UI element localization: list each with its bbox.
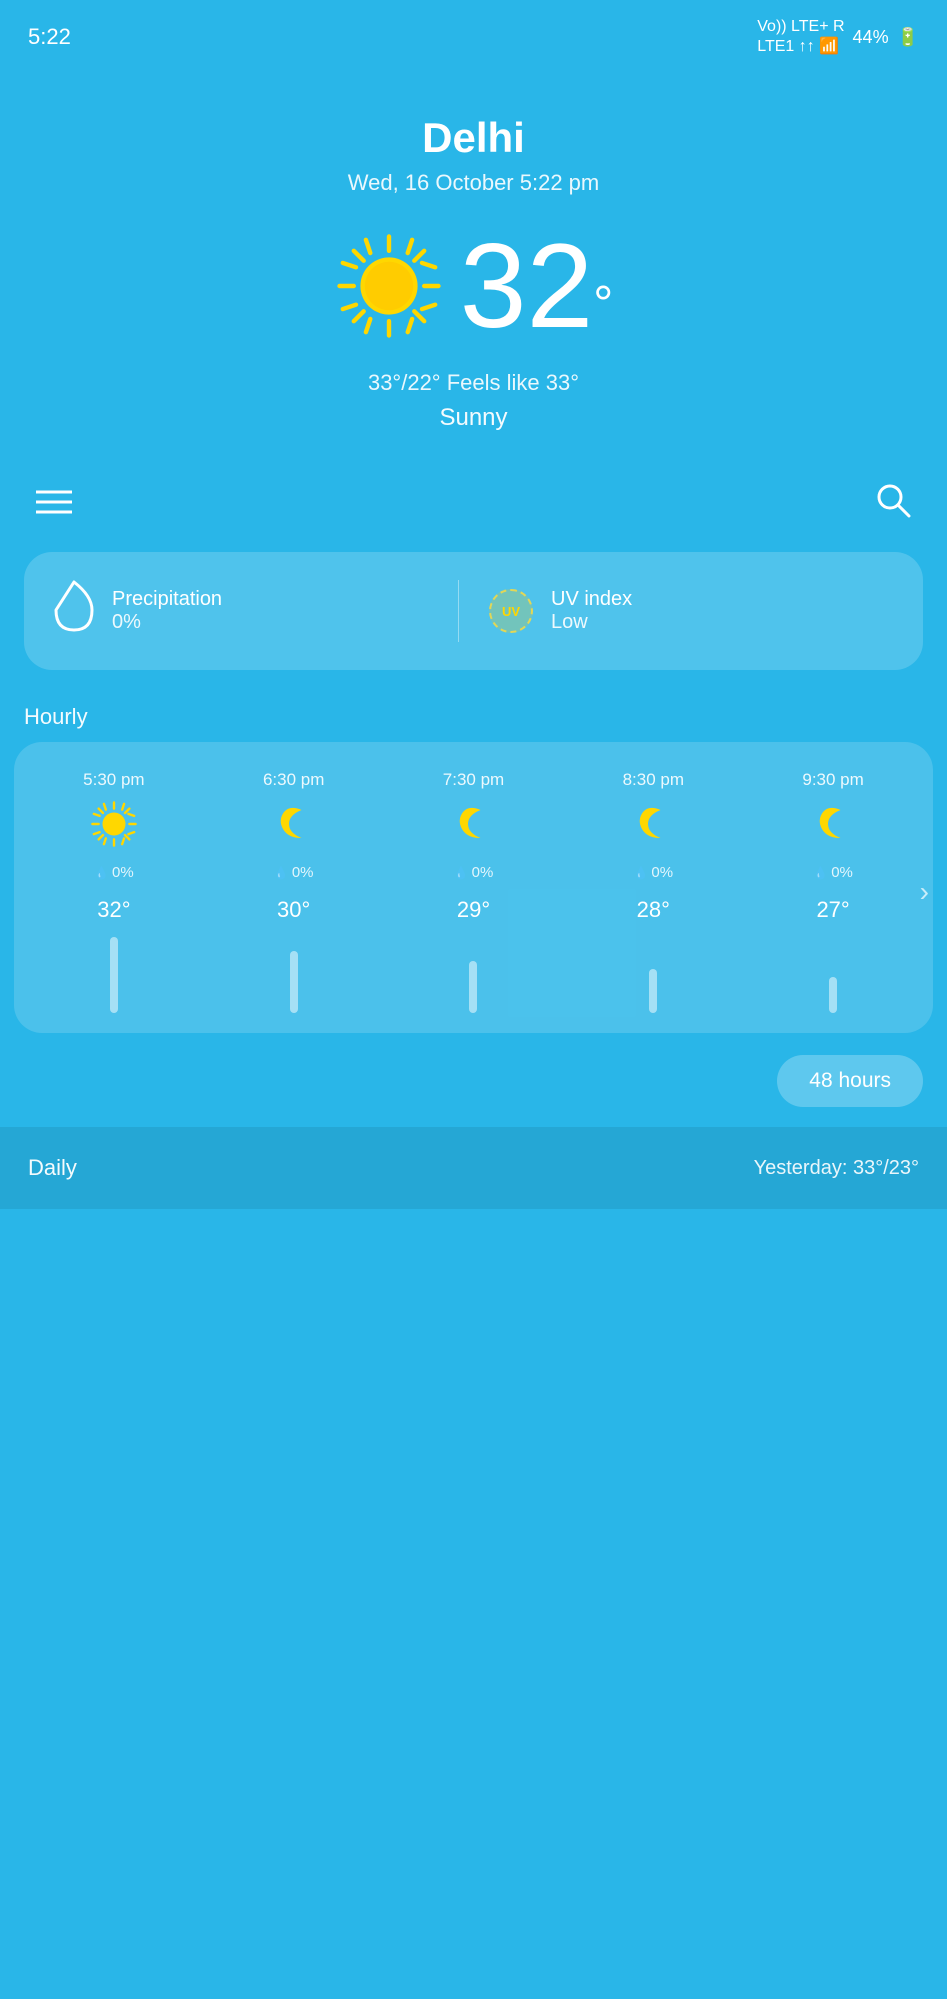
hour-weather-icon (274, 800, 314, 854)
hour-time: 9:30 pm (802, 770, 863, 790)
date-time: Wed, 16 October 5:22 pm (348, 170, 600, 196)
hour-weather-icon (90, 800, 138, 854)
hourly-section-label: Hourly (0, 680, 947, 742)
hour-precip: 💧0% (274, 864, 314, 881)
temperature-row: 32° (334, 226, 613, 346)
hour-col: 5:30 pm (24, 770, 204, 1013)
temp-bar (829, 977, 837, 1013)
hour-col: 8:30 pm 💧0% 28° (563, 770, 743, 1013)
hour-time: 6:30 pm (263, 770, 324, 790)
precipitation-info: Precipitation 0% (54, 580, 458, 642)
hour-weather-icon (453, 800, 493, 854)
battery-icon: 🔋 (897, 27, 919, 48)
temp-bar-container (829, 933, 837, 1013)
temp-bar-container (290, 933, 298, 1013)
search-icon[interactable] (875, 482, 911, 526)
signal-icon: Vo)) LTE+ RLTE1 ↑↑ 📶 (757, 18, 844, 56)
precipitation-text: Precipitation 0% (112, 588, 222, 634)
status-time: 5:22 (28, 24, 71, 50)
battery-level: 44% (853, 27, 889, 48)
hourly-scroll[interactable]: 5:30 pm (24, 770, 923, 1013)
yesterday-label: Yesterday: 33°/23° (754, 1157, 919, 1180)
hour-temp: 27° (816, 897, 849, 923)
uv-index-text: UV index Low (551, 588, 632, 634)
hour-precip: 💧0% (633, 864, 673, 881)
hourly-card: 5:30 pm (14, 742, 933, 1033)
hamburger-menu-icon[interactable] (36, 486, 72, 523)
city-name: Delhi (422, 114, 525, 162)
temp-bar (469, 961, 477, 1013)
daily-section-label: Daily (28, 1155, 77, 1181)
daily-footer: Daily Yesterday: 33°/23° (0, 1127, 947, 1209)
forty-eight-hours-button[interactable]: 48 hours (777, 1055, 923, 1107)
precipitation-icon (54, 580, 94, 642)
temp-bar-container (110, 933, 118, 1013)
hour-temp: 29° (457, 897, 490, 923)
hour-precip: 💧0% (94, 864, 134, 881)
hour-temp: 28° (637, 897, 670, 923)
hour-precip: 💧0% (454, 864, 494, 881)
feels-like: 33°/22° Feels like 33° (368, 370, 579, 396)
hour-time: 8:30 pm (623, 770, 684, 790)
status-right: Vo)) LTE+ RLTE1 ↑↑ 📶 44% 🔋 (757, 18, 919, 56)
sun-icon (334, 231, 444, 341)
temp-bar (110, 937, 118, 1013)
hour-temp: 30° (277, 897, 310, 923)
hour-time: 7:30 pm (443, 770, 504, 790)
hour-col: 6:30 pm 💧0% 30° (204, 770, 384, 1013)
temp-bar-container (469, 933, 477, 1013)
uv-index-icon: UV (489, 589, 533, 633)
hour-precip: 💧0% (813, 864, 853, 881)
weather-condition: Sunny (439, 404, 507, 432)
menu-row (0, 452, 947, 542)
uv-index-info: UV UV index Low (458, 580, 893, 642)
temp-bar (649, 969, 657, 1013)
temp-bar (290, 951, 298, 1013)
scroll-right-icon[interactable]: › (920, 876, 929, 908)
hour-weather-icon (813, 800, 853, 854)
hour-temp: 32° (97, 897, 130, 923)
info-card: Precipitation 0% UV UV index Low (24, 552, 923, 670)
big-temperature: 32° (460, 226, 613, 346)
status-bar: 5:22 Vo)) LTE+ RLTE1 ↑↑ 📶 44% 🔋 (0, 0, 947, 64)
temp-bar-container (649, 933, 657, 1013)
weather-header: Delhi Wed, 16 October 5:22 pm (0, 64, 947, 452)
hour-time: 5:30 pm (83, 770, 144, 790)
hour-col: 7:30 pm 💧0% 29° (384, 770, 564, 1013)
hours-btn-row: 48 hours (0, 1033, 947, 1117)
hour-weather-icon (633, 800, 673, 854)
hour-col: 9:30 pm 💧0% 27° (743, 770, 923, 1013)
